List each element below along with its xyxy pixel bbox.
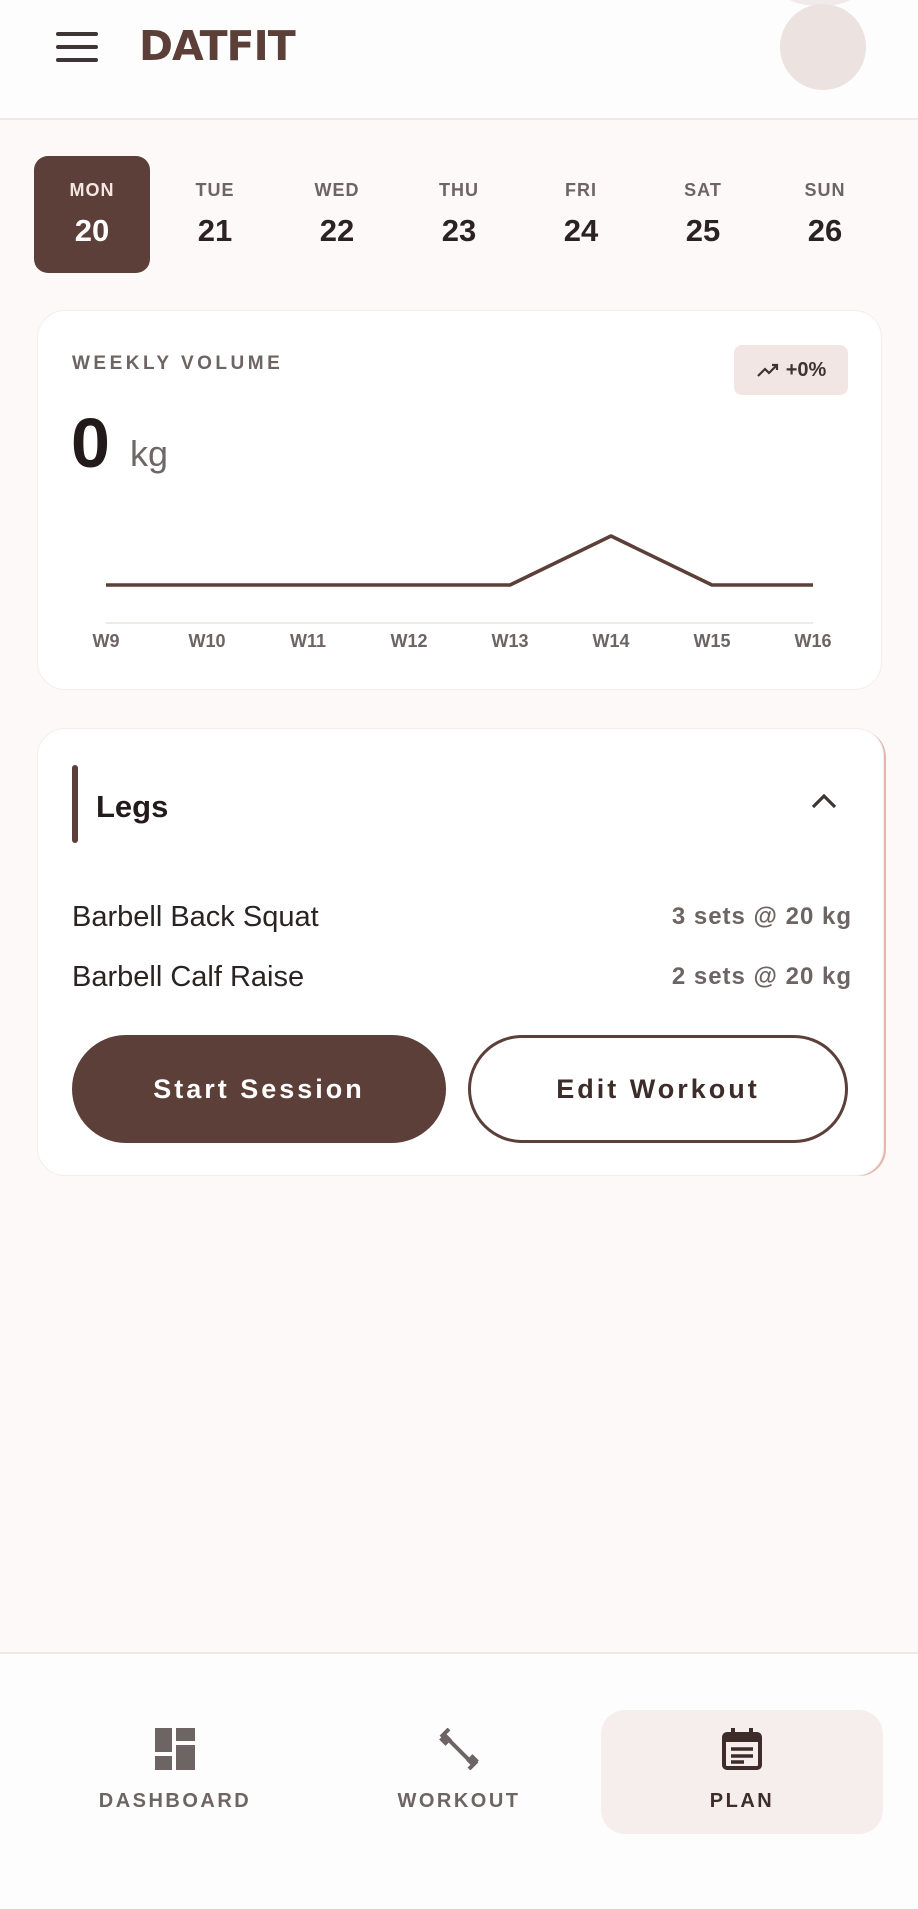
day-number: 21 xyxy=(197,213,233,248)
volume-series-line xyxy=(106,534,813,587)
chevron-up-icon[interactable] xyxy=(808,789,840,813)
day-name: THU xyxy=(439,180,479,200)
day-name: SUN xyxy=(804,180,846,200)
day-number: 26 xyxy=(807,213,843,248)
exercise-sets: 2 sets @ 20 kg xyxy=(671,963,852,990)
day-name: FRI xyxy=(565,180,597,200)
nav-label: DASHBOARD xyxy=(98,1790,252,1812)
edit-workout-button[interactable]: Edit Workout xyxy=(468,1035,848,1143)
exercise-sets: 3 sets @ 20 kg xyxy=(671,903,852,930)
x-tick-label: W15 xyxy=(693,631,730,651)
day-name: WED xyxy=(314,180,360,200)
day-number: 20 xyxy=(74,213,110,248)
day-selector: MON 20 TUE 21 WED 22 THU 23 FRI 24 SAT 2… xyxy=(34,156,890,273)
day-number: 25 xyxy=(685,213,721,248)
app-header: DATFIT xyxy=(0,0,918,120)
day-mon[interactable]: MON 20 xyxy=(34,156,150,273)
workout-title: Legs xyxy=(96,789,169,824)
x-tick-label: W10 xyxy=(188,631,225,651)
nav-label: WORKOUT xyxy=(397,1790,521,1812)
accent-bar xyxy=(72,765,78,843)
day-thu[interactable]: THU 23 xyxy=(401,156,517,273)
x-tick-label: W13 xyxy=(491,631,528,651)
calendar-icon xyxy=(722,1728,762,1770)
x-tick-label: W9 xyxy=(93,631,120,651)
x-tick-label: W11 xyxy=(290,631,326,651)
avatar[interactable] xyxy=(780,4,866,90)
exercise-row[interactable]: Barbell Back Squat 3 sets @ 20 kg xyxy=(72,901,852,941)
x-tick-label: W16 xyxy=(794,631,831,651)
day-fri[interactable]: FRI 24 xyxy=(523,156,639,273)
workout-card: Legs Barbell Back Squat 3 sets @ 20 kg B… xyxy=(37,728,884,1176)
brand-logo: DATFIT xyxy=(139,22,296,70)
x-tick-label: W12 xyxy=(390,631,427,651)
nav-item-dashboard[interactable]: DASHBOARD xyxy=(34,1710,316,1834)
day-number: 22 xyxy=(319,213,355,248)
workout-header[interactable]: Legs xyxy=(38,729,885,877)
app-screen: DATFIT MON 20 TUE 21 WED 22 THU 23 FRI 2… xyxy=(0,0,918,1909)
weekly-volume-card: WEEKLY VOLUME +0% 0 kg W9 W10 W11 W12 W13 W14… xyxy=(37,310,882,690)
day-name: SAT xyxy=(684,180,722,200)
dashboard-icon xyxy=(155,1728,195,1770)
exercise-row[interactable]: Barbell Calf Raise 2 sets @ 20 kg xyxy=(72,961,852,1001)
start-session-button[interactable]: Start Session xyxy=(72,1035,446,1143)
volume-line-chart: W9 W10 W11 W12 W13 W14 W15 W16 xyxy=(93,534,832,651)
menu-icon[interactable] xyxy=(56,32,98,62)
day-name: MON xyxy=(69,180,115,200)
day-sun[interactable]: SUN 26 xyxy=(767,156,883,273)
nav-item-workout[interactable]: WORKOUT xyxy=(318,1710,600,1834)
x-tick-label: W14 xyxy=(592,631,629,651)
day-wed[interactable]: WED 22 xyxy=(279,156,395,273)
day-name: TUE xyxy=(195,180,235,200)
nav-label: PLAN xyxy=(709,1790,775,1812)
exercise-name: Barbell Back Squat xyxy=(72,901,319,933)
day-tue[interactable]: TUE 21 xyxy=(157,156,273,273)
bottom-navigation: DASHBOARD WORKOUT PLAN xyxy=(0,1652,918,1909)
dumbbell-icon xyxy=(439,1728,479,1770)
day-number: 23 xyxy=(441,213,477,248)
day-number: 24 xyxy=(563,213,599,248)
day-sat[interactable]: SAT 25 xyxy=(645,156,761,273)
nav-item-plan[interactable]: PLAN xyxy=(601,1710,883,1834)
exercise-name: Barbell Calf Raise xyxy=(72,961,305,993)
